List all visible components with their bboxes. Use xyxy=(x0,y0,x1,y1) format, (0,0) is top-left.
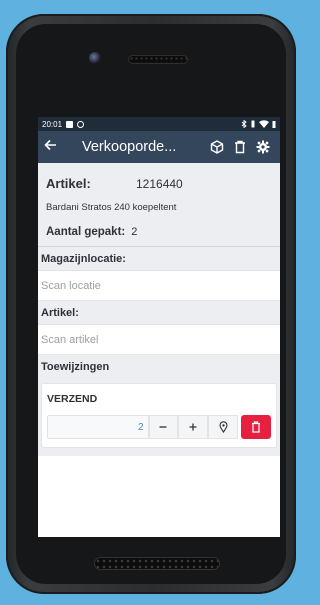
location-input[interactable]: Scan locatie xyxy=(38,271,280,301)
status-time: 20:01 xyxy=(42,119,63,129)
battery-icon xyxy=(272,121,276,128)
notification-icon xyxy=(66,120,74,128)
front-camera xyxy=(89,52,101,64)
empty-area xyxy=(38,456,280,504)
settings-button[interactable] xyxy=(251,140,274,154)
app-bar: Verkooporde... xyxy=(38,131,280,163)
bottom-speaker xyxy=(94,557,220,570)
delete-icon xyxy=(252,421,261,433)
plus-icon xyxy=(189,423,197,431)
wifi-icon xyxy=(259,120,269,128)
article-scan-label: Artikel: xyxy=(38,301,280,325)
article-description: Bardani Stratos 240 koepeltent xyxy=(46,202,177,213)
decrease-button[interactable] xyxy=(148,415,179,439)
article-label: Artikel: xyxy=(46,176,91,191)
location-label: Magazijnlocatie: xyxy=(38,247,280,271)
earpiece-speaker xyxy=(128,55,188,64)
page-title: Verkooporde... xyxy=(82,139,177,155)
assignments-label: Toewijzingen xyxy=(41,361,110,373)
bluetooth-icon xyxy=(241,120,247,128)
quantity-row: 2 xyxy=(47,415,271,439)
delete-order-button[interactable] xyxy=(228,140,251,154)
location-button[interactable] xyxy=(208,415,239,439)
trash-icon xyxy=(234,140,245,154)
assignment-name: VERZEND xyxy=(47,393,98,405)
status-bar: 20:01 xyxy=(38,117,280,131)
package-button[interactable] xyxy=(205,140,228,154)
phone-screen: 20:01 Verkooporde... Artikel: 1216440 Ba… xyxy=(38,117,280,537)
sync-icon xyxy=(77,120,85,128)
picked-label: Aantal gepakt: xyxy=(46,226,126,238)
minus-icon xyxy=(159,426,167,428)
back-button[interactable] xyxy=(44,139,66,155)
article-code: 1216440 xyxy=(136,177,183,191)
location-pin-icon xyxy=(219,421,228,433)
assignments-section: Toewijzingen VERZEND 2 xyxy=(38,355,280,456)
article-input[interactable]: Scan artikel xyxy=(38,325,280,355)
package-icon xyxy=(210,140,223,154)
assignment-item: VERZEND 2 xyxy=(41,383,277,448)
picked-value: 2 xyxy=(131,226,138,238)
article-card: Artikel: 1216440 Bardani Stratos 240 koe… xyxy=(38,163,280,247)
back-arrow-icon xyxy=(44,139,56,151)
increase-button[interactable] xyxy=(178,415,209,439)
phone-device: 20:01 Verkooporde... Artikel: 1216440 Ba… xyxy=(6,14,296,594)
quantity-input[interactable]: 2 xyxy=(47,415,149,439)
delete-assignment-button[interactable] xyxy=(241,415,271,439)
vibrate-icon xyxy=(251,120,255,128)
gear-icon xyxy=(256,140,269,154)
